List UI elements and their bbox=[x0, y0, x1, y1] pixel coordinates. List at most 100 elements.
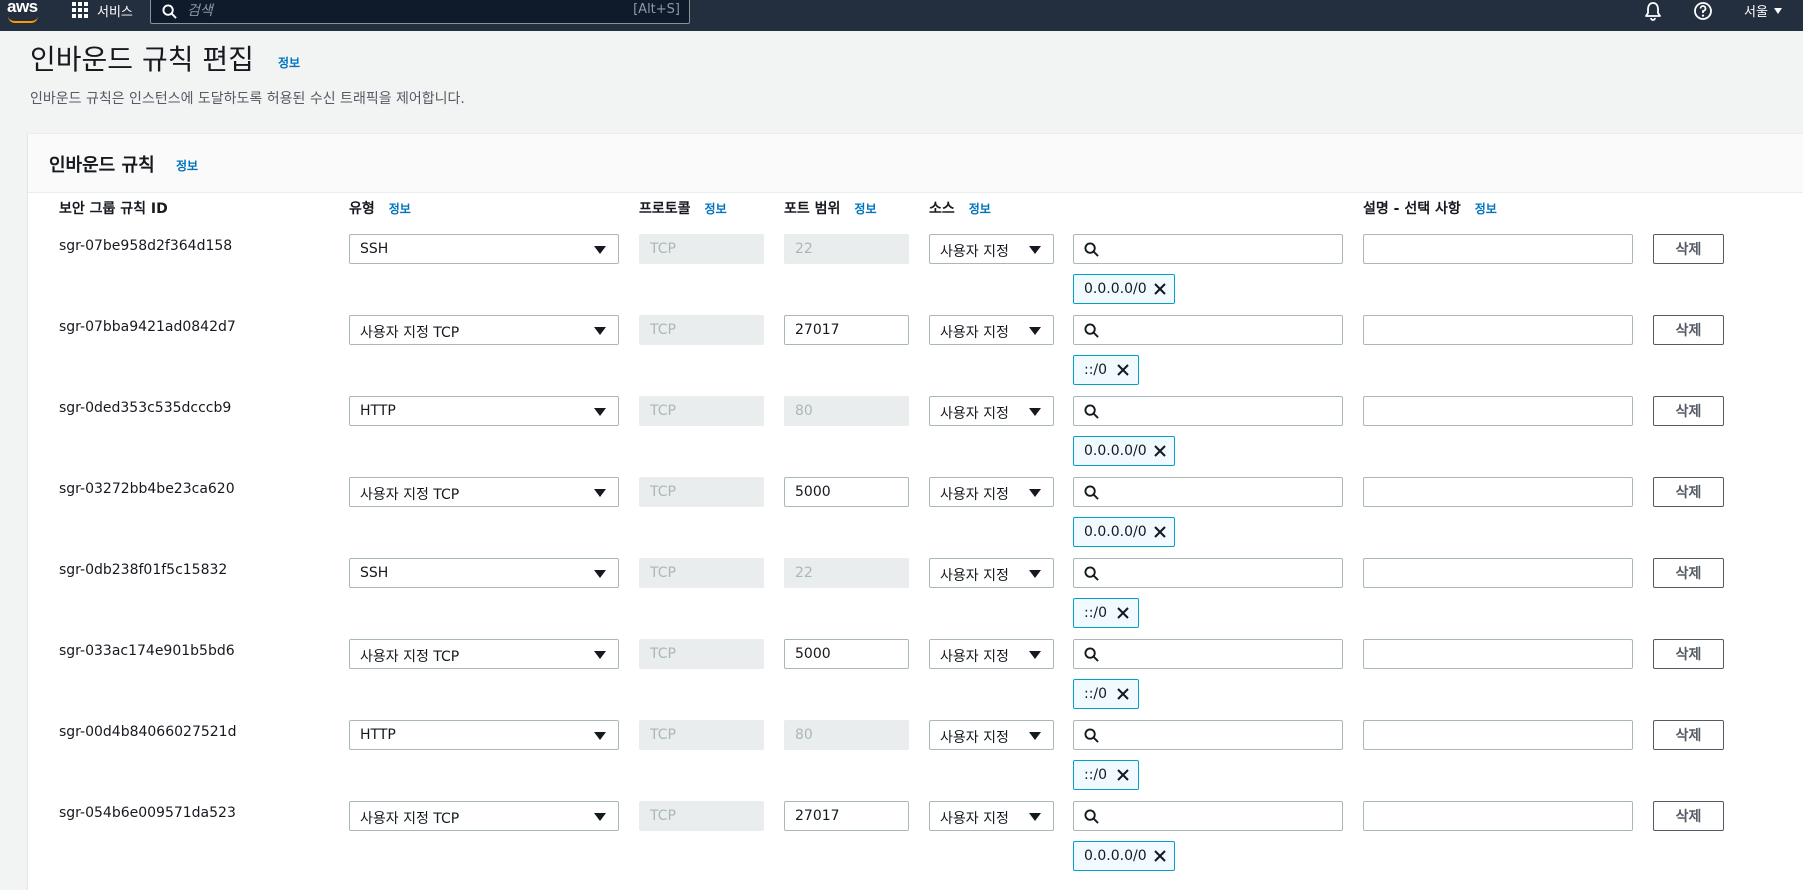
type-value: 사용자 지정 TCP bbox=[360, 487, 460, 503]
protocol-field bbox=[639, 720, 764, 750]
port-range-info-link[interactable]: 정보 bbox=[854, 200, 876, 217]
port-range-input[interactable] bbox=[784, 477, 909, 507]
protocol-info-link[interactable]: 정보 bbox=[705, 200, 727, 217]
source-search[interactable] bbox=[1073, 234, 1343, 264]
help-icon[interactable] bbox=[1693, 1, 1713, 21]
source-search[interactable] bbox=[1073, 639, 1343, 669]
caret-down-icon bbox=[1029, 246, 1041, 254]
source-value: 사용자 지정 bbox=[940, 487, 1009, 503]
delete-button[interactable]: 삭제 bbox=[1653, 801, 1724, 831]
region-selector[interactable]: 서울 bbox=[1744, 1, 1782, 20]
description-input[interactable] bbox=[1363, 720, 1633, 750]
source-select[interactable]: 사용자 지정 bbox=[929, 639, 1054, 669]
source-search-input[interactable] bbox=[1106, 722, 1336, 748]
source-search[interactable] bbox=[1073, 558, 1343, 588]
port-range-input[interactable] bbox=[784, 801, 909, 831]
cidr-value: 0.0.0.0/0 bbox=[1084, 524, 1147, 540]
description-input[interactable] bbox=[1363, 315, 1633, 345]
type-info-link[interactable]: 정보 bbox=[389, 200, 411, 217]
type-select[interactable]: HTTP bbox=[349, 396, 619, 426]
source-select[interactable]: 사용자 지정 bbox=[929, 396, 1054, 426]
bell-icon[interactable] bbox=[1643, 1, 1663, 21]
type-select[interactable]: 사용자 지정 TCP bbox=[349, 639, 619, 669]
description-input[interactable] bbox=[1363, 396, 1633, 426]
delete-button[interactable]: 삭제 bbox=[1653, 396, 1724, 426]
remove-token-button[interactable] bbox=[1147, 275, 1174, 303]
top-navigation: aws 서비스 [Alt+S] 서울 bbox=[0, 0, 1803, 31]
type-select[interactable]: SSH bbox=[349, 234, 619, 264]
rule-id: sgr-0db238f01f5c15832 bbox=[59, 562, 228, 578]
description-input[interactable] bbox=[1363, 477, 1633, 507]
services-menu-button[interactable]: 서비스 bbox=[72, 0, 133, 20]
description-input[interactable] bbox=[1363, 639, 1633, 669]
remove-token-button[interactable] bbox=[1107, 356, 1138, 384]
remove-token-button[interactable] bbox=[1107, 599, 1138, 627]
source-select[interactable]: 사용자 지정 bbox=[929, 315, 1054, 345]
source-search-input[interactable] bbox=[1106, 560, 1336, 586]
rule-id: sgr-033ac174e901b5bd6 bbox=[59, 643, 235, 659]
source-search[interactable] bbox=[1073, 801, 1343, 831]
description-input[interactable] bbox=[1363, 801, 1633, 831]
delete-button[interactable]: 삭제 bbox=[1653, 234, 1724, 264]
type-value: HTTP bbox=[360, 727, 396, 743]
type-select[interactable]: 사용자 지정 TCP bbox=[349, 315, 619, 345]
source-search-input[interactable] bbox=[1106, 803, 1336, 829]
delete-button[interactable]: 삭제 bbox=[1653, 558, 1724, 588]
source-search-input[interactable] bbox=[1106, 398, 1336, 424]
remove-token-button[interactable] bbox=[1107, 680, 1138, 708]
type-select[interactable]: 사용자 지정 TCP bbox=[349, 477, 619, 507]
global-search[interactable]: [Alt+S] bbox=[150, 0, 690, 24]
remove-token-button[interactable] bbox=[1107, 761, 1138, 789]
source-info-link[interactable]: 정보 bbox=[969, 200, 991, 217]
type-select[interactable]: 사용자 지정 TCP bbox=[349, 801, 619, 831]
source-select[interactable]: 사용자 지정 bbox=[929, 558, 1054, 588]
remove-token-button[interactable] bbox=[1147, 518, 1174, 546]
source-select[interactable]: 사용자 지정 bbox=[929, 234, 1054, 264]
port-range-input[interactable] bbox=[784, 315, 909, 345]
source-search[interactable] bbox=[1073, 396, 1343, 426]
caret-down-icon bbox=[594, 732, 606, 740]
search-icon bbox=[1084, 242, 1099, 257]
remove-token-button[interactable] bbox=[1147, 437, 1174, 465]
source-search[interactable] bbox=[1073, 477, 1343, 507]
description-input[interactable] bbox=[1363, 558, 1633, 588]
source-value: 사용자 지정 bbox=[940, 406, 1009, 422]
search-icon bbox=[1084, 566, 1099, 581]
description-info-link[interactable]: 정보 bbox=[1475, 200, 1497, 217]
source-search[interactable] bbox=[1073, 720, 1343, 750]
source-cidr-token: ::/0 bbox=[1073, 760, 1139, 790]
description-input[interactable] bbox=[1363, 234, 1633, 264]
delete-button[interactable]: 삭제 bbox=[1653, 720, 1724, 750]
source-select[interactable]: 사용자 지정 bbox=[929, 801, 1054, 831]
type-select[interactable]: HTTP bbox=[349, 720, 619, 750]
source-select[interactable]: 사용자 지정 bbox=[929, 477, 1054, 507]
close-icon bbox=[1116, 688, 1129, 700]
delete-button[interactable]: 삭제 bbox=[1653, 315, 1724, 345]
close-icon bbox=[1154, 526, 1167, 538]
source-value: 사용자 지정 bbox=[940, 325, 1009, 341]
source-search-input[interactable] bbox=[1106, 317, 1336, 343]
close-icon bbox=[1154, 850, 1167, 862]
rule-id: sgr-07bba9421ad0842d7 bbox=[59, 319, 236, 335]
global-search-input[interactable] bbox=[187, 0, 587, 22]
source-search[interactable] bbox=[1073, 315, 1343, 345]
column-header-port-range: 포트 범위 정보 bbox=[784, 200, 877, 217]
source-select[interactable]: 사용자 지정 bbox=[929, 720, 1054, 750]
search-icon bbox=[1084, 323, 1099, 338]
source-cidr-token: ::/0 bbox=[1073, 355, 1139, 385]
page-info-link[interactable]: 정보 bbox=[278, 54, 300, 71]
source-search-input[interactable] bbox=[1106, 236, 1336, 262]
source-search-input[interactable] bbox=[1106, 641, 1336, 667]
source-value: 사용자 지정 bbox=[940, 568, 1009, 584]
delete-button[interactable]: 삭제 bbox=[1653, 477, 1724, 507]
type-select[interactable]: SSH bbox=[349, 558, 619, 588]
delete-button[interactable]: 삭제 bbox=[1653, 639, 1724, 669]
source-search-input[interactable] bbox=[1106, 479, 1336, 505]
port-range-input[interactable] bbox=[784, 639, 909, 669]
remove-token-button[interactable] bbox=[1147, 842, 1174, 870]
type-value: 사용자 지정 TCP bbox=[360, 325, 460, 341]
page-description: 인바운드 규칙은 인스턴스에 도달하도록 허용된 수신 트래픽을 제어합니다. bbox=[30, 91, 465, 107]
aws-logo[interactable]: aws bbox=[7, 0, 41, 23]
panel-info-link[interactable]: 정보 bbox=[176, 157, 198, 174]
source-cidr-token: ::/0 bbox=[1073, 679, 1139, 709]
